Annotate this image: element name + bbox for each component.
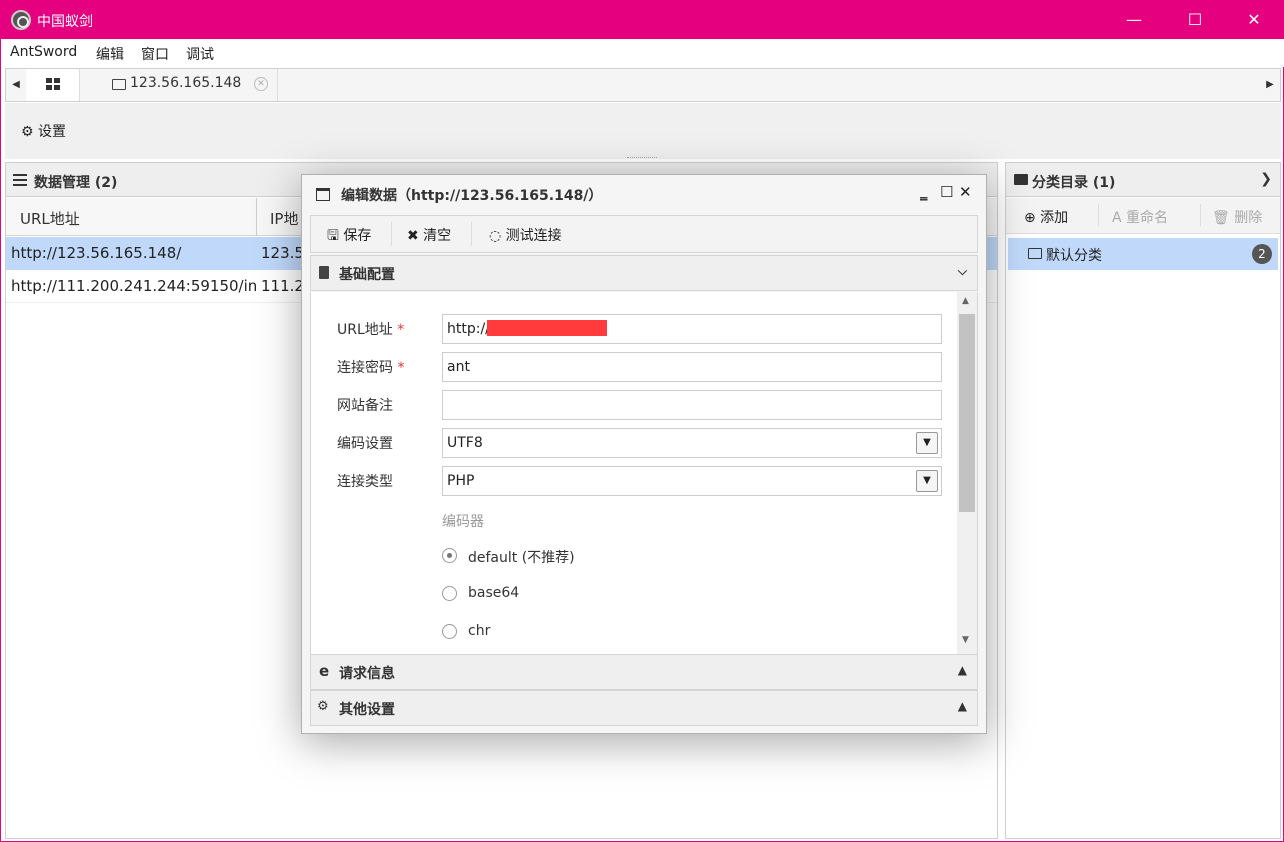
folder-icon bbox=[1028, 248, 1042, 259]
gears-icon: ⚙ bbox=[317, 699, 329, 714]
encoding-label: 编码设置 bbox=[337, 436, 393, 452]
redaction-mark bbox=[487, 320, 607, 336]
tab-scroll-right-icon[interactable]: ▶ bbox=[1262, 69, 1278, 101]
app-window: 中国蚁剑 — ☐ ✕ AntSword 编辑 窗口 调试 ◀ 123.56.16… bbox=[0, 0, 1284, 842]
category-panel: 分类目录 (1) ❯ ⊕ 添加 A 重命名 🗑 删除 默认分类 2 bbox=[1005, 162, 1281, 839]
row-ip: 123.5 bbox=[261, 244, 304, 262]
category-toolbar: ⊕ 添加 A 重命名 🗑 删除 bbox=[1006, 198, 1280, 234]
menu-edit[interactable]: 编辑 bbox=[96, 44, 124, 64]
scroll-down-icon[interactable]: ▼ bbox=[962, 635, 969, 645]
add-category-button[interactable]: ⊕ 添加 bbox=[1024, 207, 1068, 227]
row-url: http://111.200.241.244:59150/ind bbox=[11, 277, 256, 295]
row-ip: 111.2 bbox=[261, 277, 304, 295]
url-label: URL地址 * bbox=[337, 322, 405, 338]
menu-window[interactable]: 窗口 bbox=[141, 44, 169, 64]
section-title: 其他设置 bbox=[339, 702, 395, 718]
chevron-down-icon: ▼ bbox=[916, 470, 938, 492]
radio-icon bbox=[442, 624, 457, 639]
close-window-button[interactable]: ✕ bbox=[1231, 1, 1277, 39]
radio-icon bbox=[442, 586, 457, 601]
column-divider[interactable] bbox=[256, 198, 257, 236]
tab-shell-label: 123.56.165.148 bbox=[130, 75, 242, 91]
section-title: 请求信息 bbox=[339, 666, 395, 682]
chevron-down-icon: ⌵ bbox=[957, 264, 967, 278]
category-panel-header: 分类目录 (1) ❯ bbox=[1006, 163, 1280, 197]
note-label: 网站备注 bbox=[337, 398, 393, 414]
type-label: 连接类型 bbox=[337, 474, 393, 490]
tab-home[interactable] bbox=[26, 69, 80, 101]
encoder-label: 编码器 bbox=[442, 514, 484, 530]
password-label: 连接密码 * bbox=[337, 360, 405, 376]
encoding-select[interactable]: UTF8 ▼ bbox=[442, 428, 942, 458]
chevron-up-icon: ▲ bbox=[957, 699, 967, 713]
rename-category-button[interactable]: A 重命名 bbox=[1112, 207, 1168, 227]
file-icon bbox=[319, 266, 329, 279]
password-field[interactable]: ant bbox=[442, 352, 942, 382]
url-field[interactable]: http:// bbox=[442, 314, 942, 344]
column-url[interactable]: URL地址 bbox=[20, 208, 80, 229]
category-item[interactable]: 默认分类 2 bbox=[1008, 238, 1278, 270]
data-panel-title: 数据管理 (2) bbox=[34, 175, 118, 191]
form-scrollbar[interactable]: ▲ ▼ bbox=[957, 292, 977, 654]
section-request-info[interactable]: e 请求信息 ▲ bbox=[310, 654, 978, 690]
menu-antsword[interactable]: AntSword bbox=[10, 44, 77, 60]
type-select[interactable]: PHP ▼ bbox=[442, 466, 942, 496]
splitter-handle[interactable] bbox=[627, 157, 657, 159]
dialog-toolbar: 🖫 保存 ✖ 清空 ◌ 测试连接 bbox=[310, 215, 978, 253]
dialog-header[interactable]: 编辑数据（http://123.56.165.148/） ‗ ☐ ✕ bbox=[302, 175, 986, 213]
dialog-maximize-button[interactable]: ☐ bbox=[940, 183, 953, 201]
category-panel-title: 分类目录 (1) bbox=[1032, 175, 1116, 191]
app-title: 中国蚁剑 bbox=[37, 14, 93, 30]
folder-icon bbox=[112, 79, 126, 90]
section-title: 基础配置 bbox=[339, 267, 395, 283]
dialog-minimize-button[interactable]: ‗ bbox=[920, 183, 928, 201]
antsword-logo-icon bbox=[11, 10, 31, 30]
radio-icon bbox=[442, 548, 457, 563]
title-bar: 中国蚁剑 — ☐ ✕ bbox=[1, 1, 1284, 39]
window-icon bbox=[316, 188, 330, 201]
save-button[interactable]: 🖫 保存 bbox=[327, 225, 371, 249]
column-ip[interactable]: IP地 bbox=[270, 208, 298, 229]
scroll-up-icon[interactable]: ▲ bbox=[962, 296, 969, 306]
tab-close-icon[interactable]: ✕ bbox=[254, 77, 268, 91]
section-basic-config[interactable]: 基础配置 ⌵ bbox=[310, 255, 978, 291]
minimize-button[interactable]: — bbox=[1111, 1, 1157, 39]
clear-button[interactable]: ✖ 清空 bbox=[407, 225, 451, 245]
chevron-down-icon: ▼ bbox=[916, 432, 938, 454]
maximize-button[interactable]: ☐ bbox=[1172, 1, 1218, 39]
test-connection-button[interactable]: ◌ 测试连接 bbox=[489, 225, 562, 245]
tab-bar: ◀ 123.56.165.148 ✕ ▶ bbox=[5, 68, 1281, 102]
menu-bar: AntSword 编辑 窗口 调试 bbox=[1, 39, 1284, 67]
chevron-up-icon: ▲ bbox=[957, 663, 967, 677]
main-toolbar: ⚙ 设置 bbox=[5, 103, 1281, 159]
edit-data-dialog: 编辑数据（http://123.56.165.148/） ‗ ☐ ✕ 🖫 保存 … bbox=[301, 174, 987, 734]
row-url: http://123.56.165.148/ bbox=[11, 244, 182, 262]
delete-category-button[interactable]: 🗑 删除 bbox=[1212, 207, 1262, 227]
basic-config-form: URL地址 * http:// 连接密码 * ant 网站备注 编码设置 UTF… bbox=[310, 292, 978, 654]
scroll-thumb[interactable] bbox=[959, 314, 975, 512]
section-other-settings[interactable]: ⚙ 其他设置 ▲ bbox=[310, 690, 978, 726]
dialog-close-button[interactable]: ✕ bbox=[959, 183, 972, 201]
tab-scroll-left-icon[interactable]: ◀ bbox=[8, 69, 24, 101]
tab-shell[interactable]: 123.56.165.148 ✕ bbox=[80, 69, 278, 101]
folder-icon bbox=[1014, 174, 1028, 185]
grid-icon bbox=[46, 78, 60, 90]
list-icon bbox=[13, 174, 27, 186]
menu-debug[interactable]: 调试 bbox=[186, 44, 214, 64]
note-field[interactable] bbox=[442, 390, 942, 420]
category-count-badge: 2 bbox=[1252, 244, 1272, 264]
edge-icon: e bbox=[319, 662, 330, 680]
collapse-chevron-icon[interactable]: ❯ bbox=[1260, 171, 1272, 187]
category-item-label: 默认分类 bbox=[1046, 248, 1102, 264]
dialog-title: 编辑数据（http://123.56.165.148/） bbox=[341, 188, 603, 204]
settings-button[interactable]: ⚙ 设置 bbox=[21, 121, 66, 141]
